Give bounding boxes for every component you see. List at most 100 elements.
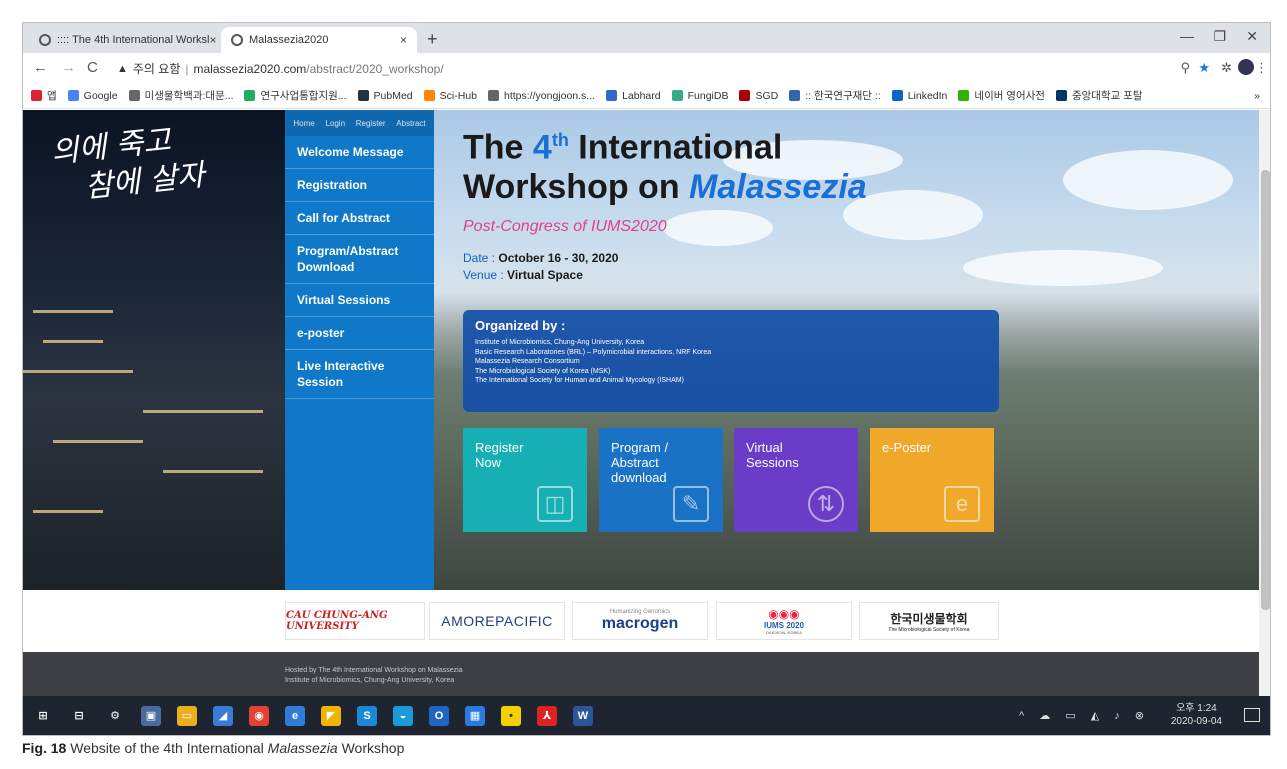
- bookmark-item[interactable]: https://yongjoon.s...: [488, 90, 595, 102]
- nav-e-poster[interactable]: e-poster: [285, 317, 434, 350]
- globe-icon: [39, 34, 51, 46]
- extensions-icon[interactable]: ✲: [1221, 60, 1232, 76]
- event-date: October 16 - 30, 2020: [498, 251, 619, 265]
- bookmark-icon: [31, 90, 42, 101]
- bookmark-icon: [67, 90, 79, 101]
- nav-register-link[interactable]: Register: [356, 119, 386, 128]
- bookmark-item[interactable]: Sci-Hub: [423, 90, 477, 102]
- bookmark-item[interactable]: 중앙대학교 포탈: [1055, 88, 1143, 103]
- e-poster-tile[interactable]: e-Poster e: [870, 428, 994, 532]
- tab-malassezia2020[interactable]: Malassezia2020 ×: [221, 27, 417, 53]
- outlook-icon[interactable]: O: [429, 706, 449, 726]
- bookmark-item[interactable]: 앱: [31, 88, 57, 103]
- edge-icon[interactable]: ◒: [393, 706, 413, 726]
- close-tab-icon[interactable]: ×: [209, 33, 216, 47]
- cau-logo[interactable]: CAU CHUNG-ANG UNIVERSITY: [285, 602, 425, 640]
- register-now-tile[interactable]: Register Now ◫: [463, 428, 587, 532]
- globe-icon: [231, 34, 243, 46]
- menu-icon[interactable]: ⋮: [1255, 60, 1268, 76]
- bookmark-icon: [739, 90, 751, 101]
- warning-icon: ▲: [117, 62, 128, 75]
- campus-photo: 의에 죽고 참에 살자: [23, 110, 285, 590]
- scrollbar-thumb[interactable]: [1261, 170, 1270, 610]
- bookmark-item[interactable]: SGD: [739, 90, 778, 102]
- star-icon[interactable]: ★: [1198, 60, 1210, 76]
- back-button[interactable]: ←: [33, 59, 48, 76]
- chrome-icon[interactable]: ◉: [249, 706, 269, 726]
- calendar-icon[interactable]: ▦: [465, 706, 485, 726]
- organized-by-box: Organized by : Institute of Microbiomics…: [463, 310, 999, 412]
- footer-line: Hosted by The 4th International Workshop…: [285, 667, 463, 674]
- bookmark-item[interactable]: 미생물학백과:대문...: [128, 88, 233, 103]
- close-tab-icon[interactable]: ×: [400, 33, 407, 47]
- tab-strip: :::: The 4th International Worksl × Mala…: [23, 23, 1270, 53]
- iums-logo[interactable]: ◉◉◉ IUMS 2020 DAEJEON, KOREA: [716, 602, 852, 640]
- url-input[interactable]: ▲ 주의 요함 | malassezia2020.com /abstract/2…: [117, 58, 1157, 79]
- acrobat-icon[interactable]: ⅄: [537, 706, 557, 726]
- file-explorer-icon[interactable]: ▭: [177, 706, 197, 726]
- bookmark-icon: [488, 90, 499, 101]
- event-venue: Virtual Space: [507, 268, 583, 282]
- slogan-calligraphy: 의에 죽고 참에 살자: [49, 114, 256, 214]
- nav-live-interactive-session[interactable]: Live Interactive Session: [285, 350, 434, 399]
- system-tray-icons[interactable]: ^ ☁ ▭ ◭ ♪ ⊗: [1019, 709, 1150, 722]
- nav-abstract-link[interactable]: Abstract: [396, 119, 425, 128]
- zoom-icon[interactable]: ⚲: [1180, 60, 1190, 76]
- address-bar-row: ← → C ▲ 주의 요함 | malassezia2020.com /abst…: [23, 53, 1270, 83]
- tab-label: :::: The 4th International Worksl: [57, 34, 210, 46]
- nav-login-link[interactable]: Login: [325, 119, 345, 128]
- bookmark-item[interactable]: Labhard: [606, 90, 661, 102]
- clock[interactable]: 오후 1:24 2020-09-04: [1171, 702, 1222, 728]
- notification-icon[interactable]: [1244, 708, 1260, 722]
- bookmark-item[interactable]: Google: [67, 90, 118, 102]
- bookmark-item[interactable]: 네이버 영어사전: [958, 88, 1045, 103]
- minimize-button[interactable]: —: [1180, 28, 1194, 44]
- amorepacific-logo[interactable]: AMOREPACIFIC: [429, 602, 565, 640]
- organizer-item: The International Society for Human and …: [475, 377, 684, 384]
- tab-label: Malassezia2020: [249, 34, 329, 46]
- tab-workshop[interactable]: :::: The 4th International Worksl ×: [29, 27, 219, 53]
- task-view-icon[interactable]: ⊟: [69, 706, 89, 726]
- figure-label: Fig. 18: [22, 740, 67, 756]
- nav-program-abstract-download[interactable]: Program/Abstract Download: [285, 235, 434, 284]
- bookmark-item[interactable]: LinkedIn: [891, 90, 947, 102]
- virtual-sessions-tile[interactable]: Virtual Sessions ⇅: [734, 428, 858, 532]
- bookmark-item[interactable]: FungiDB: [671, 90, 728, 102]
- nav-call-for-abstract[interactable]: Call for Abstract: [285, 202, 434, 235]
- restore-button[interactable]: ❐: [1213, 28, 1226, 45]
- nav-home-link[interactable]: Home: [293, 119, 314, 128]
- photos-icon[interactable]: ▣: [141, 706, 161, 726]
- settings-icon[interactable]: ⚙: [105, 706, 125, 726]
- ie-icon[interactable]: e: [285, 706, 305, 726]
- kakaotalk-icon[interactable]: •: [501, 706, 521, 726]
- page-footer: Hosted by The 4th International Workshop…: [23, 652, 1259, 696]
- bookmark-icon: [891, 90, 903, 101]
- profile-icon[interactable]: [1238, 59, 1254, 75]
- bookmark-item[interactable]: :: 한국연구재단 ::: [789, 88, 881, 103]
- macrogen-logo[interactable]: Humanizing Genomics macrogen: [572, 602, 708, 640]
- program-abstract-tile[interactable]: Program / Abstract download ✎: [599, 428, 723, 532]
- new-tab-button[interactable]: +: [427, 29, 438, 50]
- forward-button[interactable]: →: [61, 59, 76, 76]
- notes-icon[interactable]: ◢: [213, 706, 233, 726]
- close-window-button[interactable]: ✕: [1246, 28, 1258, 45]
- security-warning-text[interactable]: 주의 요함: [133, 60, 181, 77]
- bookmark-icon: [128, 90, 140, 101]
- nav-virtual-sessions[interactable]: Virtual Sessions: [285, 284, 434, 317]
- word-icon[interactable]: W: [573, 706, 593, 726]
- msk-logo[interactable]: 한국미생물학회 The Microbiological Society of K…: [859, 602, 999, 640]
- reload-button[interactable]: C: [87, 59, 98, 76]
- bookmark-item[interactable]: PubMed: [357, 90, 413, 102]
- bookmark-icon: [357, 90, 369, 101]
- organizer-item: The Microbiological Society of Korea (MS…: [475, 367, 611, 375]
- sticky-icon[interactable]: ◤: [321, 706, 341, 726]
- organizer-item: Basic Research Laboratories (BRL) – Poly…: [475, 348, 712, 356]
- nav-welcome-message[interactable]: Welcome Message: [285, 136, 434, 169]
- page-scrollbar[interactable]: [1259, 110, 1270, 696]
- bookmarks-overflow-button[interactable]: »: [1254, 90, 1260, 102]
- start-icon[interactable]: ⊞: [33, 706, 53, 726]
- bookmark-item[interactable]: 연구사업통합지원...: [244, 88, 347, 103]
- skype-icon[interactable]: S: [357, 706, 377, 726]
- windows-taskbar: ⊞ ⊟ ⚙ ▣ ▭ ◢ ◉ e ◤ S ◒ O ▦ • ⅄ W ^ ☁ ▭ ◭ ♪ ⊗ 오후 1:24 202…: [23, 696, 1270, 735]
- nav-registration[interactable]: Registration: [285, 169, 434, 202]
